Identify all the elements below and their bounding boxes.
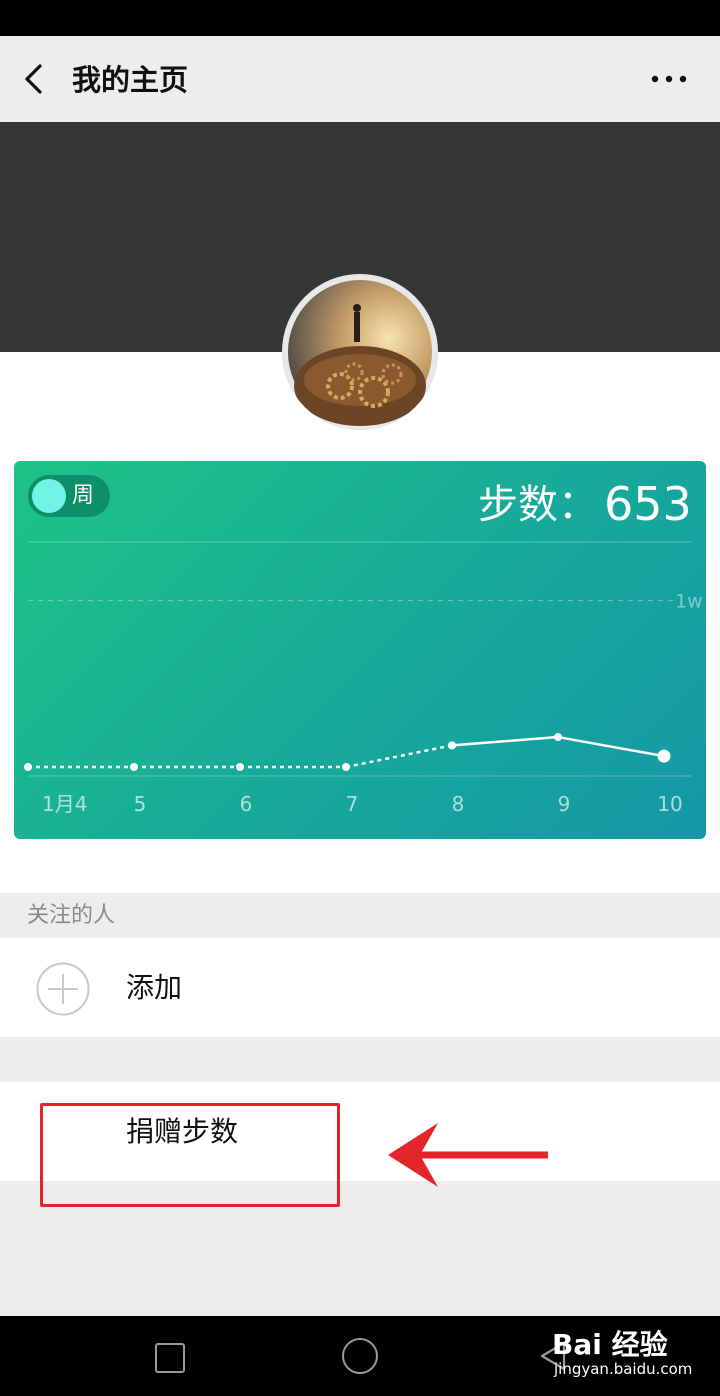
watermark-url: jingyan.baidu.com (554, 1360, 693, 1378)
data-point (342, 763, 350, 771)
data-point (448, 741, 456, 750)
more-dots-icon[interactable] (644, 64, 694, 94)
watermark-brand: Bai 经验 (552, 1328, 668, 1361)
x-tick-label: 5 (134, 792, 147, 816)
series-line-segment (451, 735, 559, 747)
series-line-segment (557, 735, 665, 758)
data-point (236, 763, 244, 771)
x-tick-label: 1月4 (42, 792, 87, 816)
system-nav-bar: Bai 经验 jingyan.baidu.com (0, 1316, 720, 1396)
data-point (24, 763, 32, 771)
reference-line-label: 1w (675, 591, 703, 613)
data-point (657, 749, 671, 763)
watermark: Bai 经验 jingyan.baidu.com (552, 1328, 693, 1379)
x-tick-label: 8 (452, 792, 465, 816)
annotation-highlight-box (40, 1103, 340, 1207)
status-bar (0, 0, 720, 36)
add-following-row[interactable]: 添加 (0, 938, 720, 1037)
annotation-arrow-icon (388, 1123, 548, 1187)
series-line-segment (345, 744, 453, 769)
x-tick-label: 6 (240, 792, 253, 816)
data-point (130, 763, 138, 771)
chevron-left-icon[interactable] (18, 62, 52, 96)
add-label: 添加 (126, 971, 183, 1004)
plus-circle-icon (36, 962, 90, 1016)
steps-card: 周 步数： 653 1w 1月4 5 6 7 8 9 10 (14, 461, 706, 839)
following-header-text: 关注的人 (27, 903, 116, 928)
avatar[interactable] (282, 274, 438, 430)
x-tick-label: 7 (346, 792, 359, 816)
circle-icon[interactable] (342, 1338, 378, 1374)
data-point (554, 733, 562, 742)
page-title: 我的主页 (72, 63, 189, 97)
x-tick-label: 9 (558, 792, 571, 816)
x-tick-label: 10 (657, 792, 682, 816)
avatar-image (282, 274, 438, 430)
following-section-header: 关注的人 (0, 893, 720, 938)
square-icon[interactable] (155, 1343, 185, 1373)
steps-chart: 1w 1月4 5 6 7 8 9 10 (24, 541, 703, 816)
nav-bar: 我的主页 (0, 36, 720, 122)
